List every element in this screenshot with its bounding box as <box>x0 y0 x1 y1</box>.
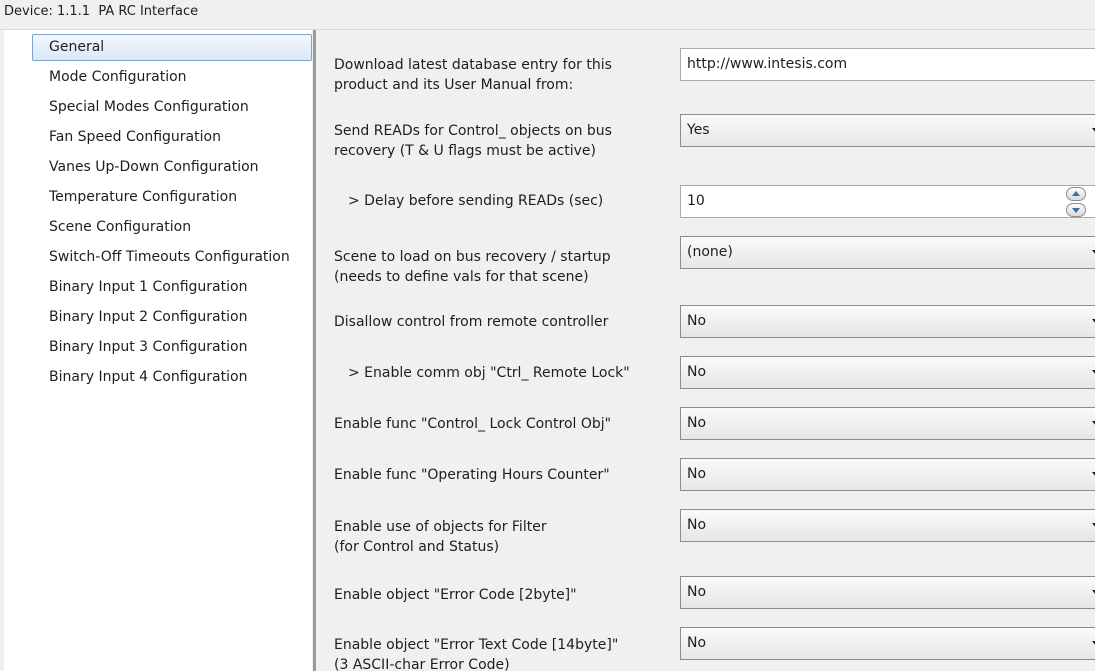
sidebar-item-special-modes-configuration[interactable]: Special Modes Configuration <box>32 94 312 121</box>
parameters-panel: Download latest database entry for this … <box>318 30 1095 671</box>
error-code-dropdown[interactable]: No <box>680 576 1095 609</box>
param-label-error-text-code: Enable object "Error Text Code [14byte]"… <box>334 637 619 671</box>
scene-recovery-dropdown[interactable]: (none) <box>680 236 1095 269</box>
param-label-scene-bus-recovery: Scene to load on bus recovery / startup … <box>334 249 611 285</box>
window-title: Device: 1.1.1 PA RC Interface <box>4 4 199 19</box>
sidebar-item-mode-configuration[interactable]: Mode Configuration <box>32 64 312 91</box>
send-reads-dropdown[interactable]: Yes <box>680 114 1095 147</box>
sidebar-item-switch-off-timeouts-configuration[interactable]: Switch-Off Timeouts Configuration <box>32 244 312 271</box>
delay-reads-input[interactable]: 10 <box>680 185 1095 218</box>
sidebar-item-binary-input-4-configuration[interactable]: Binary Input 4 Configuration <box>32 364 312 391</box>
error-text-code-dropdown[interactable]: No <box>680 627 1095 660</box>
param-label-send-reads: Send READs for Control_ objects on bus r… <box>334 123 612 159</box>
param-label-remote-lock-obj: > Enable comm obj "Ctrl_ Remote Lock" <box>348 365 630 381</box>
sidebar-item-scene-configuration[interactable]: Scene Configuration <box>32 214 312 241</box>
window-title-bar: Device: 1.1.1 PA RC Interface <box>0 0 1095 30</box>
param-label-disallow-remote: Disallow control from remote controller <box>334 314 609 330</box>
sidebar-item-general[interactable]: General <box>32 34 312 61</box>
param-label-delay-reads: > Delay before sending READs (sec) <box>348 193 604 209</box>
spin-up-icon[interactable] <box>1066 187 1086 201</box>
param-label-operating-hours: Enable func "Operating Hours Counter" <box>334 467 610 483</box>
param-label-lock-control-obj: Enable func "Control_ Lock Control Obj" <box>334 416 612 432</box>
param-label-error-code: Enable object "Error Code [2byte]" <box>334 587 577 603</box>
remote-lock-dropdown[interactable]: No <box>680 356 1095 389</box>
lock-control-dropdown[interactable]: No <box>680 407 1095 440</box>
filter-objects-dropdown[interactable]: No <box>680 509 1095 542</box>
spin-down-icon[interactable] <box>1066 203 1086 217</box>
param-label-download-database: Download latest database entry for this … <box>334 57 612 93</box>
download-url-field[interactable]: http://www.intesis.com <box>680 48 1095 81</box>
disallow-remote-dropdown[interactable]: No <box>680 305 1095 338</box>
sidebar-item-binary-input-1-configuration[interactable]: Binary Input 1 Configuration <box>32 274 312 301</box>
sidebar-item-vanes-up-down-configuration[interactable]: Vanes Up-Down Configuration <box>32 154 312 181</box>
param-label-filter-objects: Enable use of objects for Filter (for Co… <box>334 519 547 555</box>
sidebar-item-binary-input-2-configuration[interactable]: Binary Input 2 Configuration <box>32 304 312 331</box>
sidebar-item-fan-speed-configuration[interactable]: Fan Speed Configuration <box>32 124 312 151</box>
sidebar-item-temperature-configuration[interactable]: Temperature Configuration <box>32 184 312 211</box>
operating-hours-dropdown[interactable]: No <box>680 458 1095 491</box>
sidebar-item-binary-input-3-configuration[interactable]: Binary Input 3 Configuration <box>32 334 312 361</box>
sidebar-nav: General Mode Configuration Special Modes… <box>4 30 312 671</box>
